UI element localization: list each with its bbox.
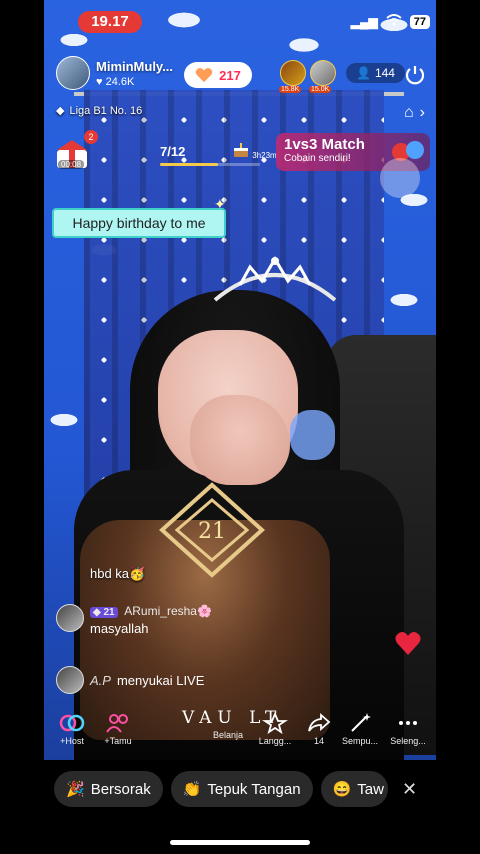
guest-button[interactable]: +Tamu (96, 712, 140, 746)
applause-button[interactable]: 👏 Tepuk Tangan (170, 771, 313, 807)
shop-button[interactable]: Belanja (206, 730, 250, 740)
chat-avatar[interactable] (56, 604, 84, 632)
top-viewer-1-tag: 15.8K (279, 86, 302, 93)
host-avatar[interactable] (56, 56, 90, 90)
level-badge: ◆ 21 (90, 607, 118, 618)
home-indicator[interactable] (170, 840, 310, 845)
diamond-icon: ◆ (56, 105, 65, 117)
close-live-icon[interactable] (404, 64, 426, 86)
cheer-button[interactable]: 🎉 Bersorak (54, 771, 163, 807)
top-viewer-2[interactable]: 15.0K (309, 60, 336, 93)
clap-icon: 👏 (182, 781, 202, 798)
reaction-bar: 🎉 Bersorak 👏 Tepuk Tangan 😄 Taw (54, 771, 434, 807)
chat-text: masyallah (90, 621, 149, 636)
cake-topper-icon: 21 (159, 482, 265, 578)
top-viewer-2-tag: 15.0K (309, 86, 332, 93)
host-name: MiminMuly... (96, 58, 174, 74)
league-rank[interactable]: ◆ Liga B1 No. 16 (56, 104, 143, 118)
magic-wand-icon (351, 713, 371, 732)
like-user: A.P (90, 672, 111, 688)
heart-icon (195, 68, 213, 83)
status-icons: ▂▄▆ 77 (351, 14, 430, 29)
people-icon (106, 714, 128, 733)
more-dots-icon (399, 721, 417, 725)
tiara-icon (213, 256, 337, 302)
star-icon (262, 712, 288, 734)
viewer-count[interactable]: 👤 144 (346, 63, 405, 83)
gift-badge: 2 (84, 130, 98, 144)
follow-heart-button[interactable]: 217 (184, 62, 252, 88)
close-reactions-icon[interactable]: ✕ (402, 779, 417, 800)
subscribe-button[interactable]: Langg... (252, 712, 298, 746)
birthday-banner: Happy birthday to me (52, 208, 226, 238)
league-label: Liga B1 No. 16 (69, 104, 143, 117)
goal-progress-label: 7/12 (160, 144, 186, 159)
top-right-icons: ⌂ › (404, 104, 425, 122)
top-viewers[interactable]: 15.8K 15.0K 👤 144 (279, 60, 405, 93)
person-icon: 👤 (356, 66, 371, 80)
blue-glove (290, 410, 335, 460)
gift-timer: 00:08 (58, 160, 85, 169)
svg-text:21: 21 (198, 519, 226, 544)
bottom-toolbar: +Host +Tamu Belanja Langg... 14 Sempu...… (52, 712, 430, 752)
host-likes: ♥ 24.6K (96, 75, 135, 88)
heart-small-icon: ♥ (96, 75, 103, 88)
status-time: 19.17 (78, 11, 142, 33)
person-hand (190, 395, 290, 485)
chat-username: ARumi_resha🌸 (124, 604, 212, 618)
goal-progress-bar (160, 163, 260, 166)
floating-heart-icon (395, 632, 421, 655)
cake-timer[interactable]: 3h23m (232, 142, 277, 160)
cake-icon (234, 143, 248, 157)
chevron-right-icon[interactable]: › (420, 104, 425, 122)
share-icon (308, 713, 331, 732)
heart-count: 217 (219, 67, 241, 83)
laugh-button[interactable]: 😄 Taw (320, 771, 388, 807)
camera-bubble[interactable] (380, 158, 420, 198)
host-button[interactable]: +Host (52, 712, 92, 746)
laugh-icon: 😄 (332, 781, 352, 798)
home-icon[interactable]: ⌂ (404, 104, 414, 122)
sparkle-icon: ✦ (214, 196, 226, 212)
battery-icon: 77 (409, 14, 430, 29)
wifi-icon (386, 14, 402, 29)
share-button[interactable]: 14 (304, 712, 334, 746)
like-avatar[interactable] (56, 666, 84, 694)
host-profile[interactable]: MiminMuly... ♥ 24.6K (56, 56, 173, 90)
top-viewer-1[interactable]: 15.8K (279, 60, 306, 93)
chat-message-1: hbd ka🥳 (90, 566, 146, 581)
link-icon (59, 714, 85, 732)
live-stream-screen: 21 19.17 ▂▄▆ 77 MiminMuly... ♥ 24.6K 217… (0, 0, 480, 854)
chat-message-2[interactable]: ◆ 21 ARumi_resha🌸 masyallah (56, 604, 212, 636)
party-horn-icon: 🎉 (66, 781, 85, 798)
goal-progress-fill (160, 163, 218, 166)
more-button[interactable]: Seleng... (386, 712, 430, 746)
enhance-button[interactable]: Sempu... (340, 712, 380, 746)
like-text: menyukai LIVE (116, 672, 205, 688)
signal-icon: ▂▄▆ (350, 14, 378, 29)
goal-progress[interactable]: 7/12 (160, 144, 260, 166)
like-notice: A.P menyukai LIVE (56, 666, 204, 694)
